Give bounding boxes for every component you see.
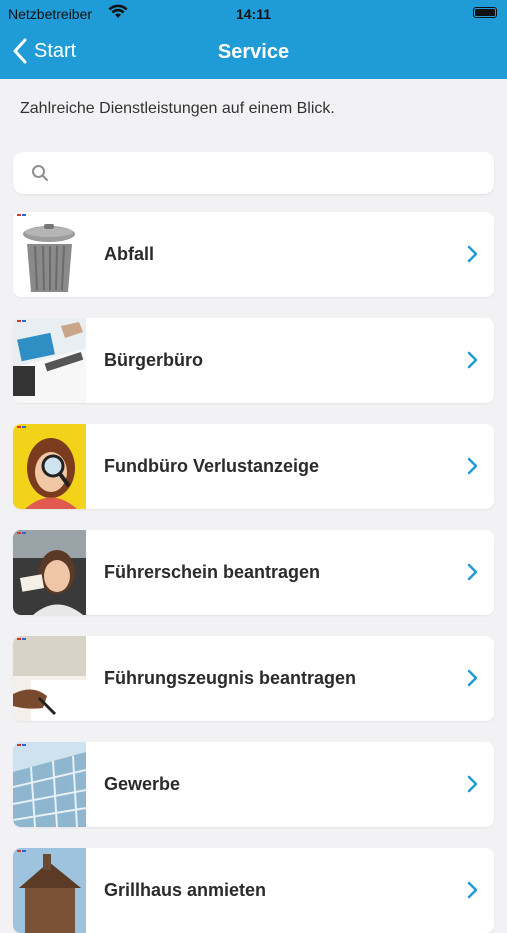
intro-text: Zahlreiche Dienstleistungen auf einem Bl… [20, 100, 335, 117]
status-bar: Netzbetreiber 14:11 [0, 0, 507, 28]
signing-document-photo [13, 636, 86, 721]
list-item-label: Abfall [104, 244, 155, 264]
magnifier-woman-photo [13, 424, 86, 509]
search-icon [32, 165, 48, 181]
page-title: Service [217, 41, 290, 63]
list-item-abfall[interactable]: Abfall [13, 212, 494, 297]
trash-can-photo [13, 212, 86, 297]
list-item-label: Grillhaus anmieten [104, 880, 267, 900]
glass-building-photo [13, 742, 86, 827]
driver-license-photo [13, 530, 86, 615]
chevron-right-icon [467, 351, 478, 369]
list-item-grillhaus[interactable]: Grillhaus anmieten [13, 848, 494, 933]
list-item-label: Bürgerbüro [104, 350, 203, 370]
list-item-gewerbe[interactable]: Gewerbe [13, 742, 494, 827]
chevron-right-icon [467, 775, 478, 793]
chevron-right-icon [467, 563, 478, 581]
battery-icon [473, 7, 497, 18]
search-bar[interactable] [13, 152, 494, 194]
grill-house-photo [13, 848, 86, 933]
list-item-label: Gewerbe [104, 774, 181, 794]
navigation-bar: Start Service [0, 28, 507, 79]
search-input[interactable] [57, 158, 481, 190]
list-item-label: Fundbüro Verlustanzeige [104, 456, 320, 476]
clock: 14:11 [235, 6, 272, 22]
chevron-right-icon [467, 669, 478, 687]
chevron-right-icon [467, 881, 478, 899]
list-item-buergerbuero[interactable]: Bürgerbüro [13, 318, 494, 403]
list-item-label: Führerschein beantragen [104, 562, 321, 582]
list-item-fuehrerschein[interactable]: Führerschein beantragen [13, 530, 494, 615]
office-desk-photo [13, 318, 86, 403]
list-item-fuehrungszeugnis[interactable]: Führungszeugnis beantragen [13, 636, 494, 721]
list-item-fundbuero[interactable]: Fundbüro Verlustanzeige [13, 424, 494, 509]
chevron-right-icon [467, 245, 478, 263]
list-item-label: Führungszeugnis beantragen [104, 668, 357, 688]
chevron-right-icon [467, 457, 478, 475]
